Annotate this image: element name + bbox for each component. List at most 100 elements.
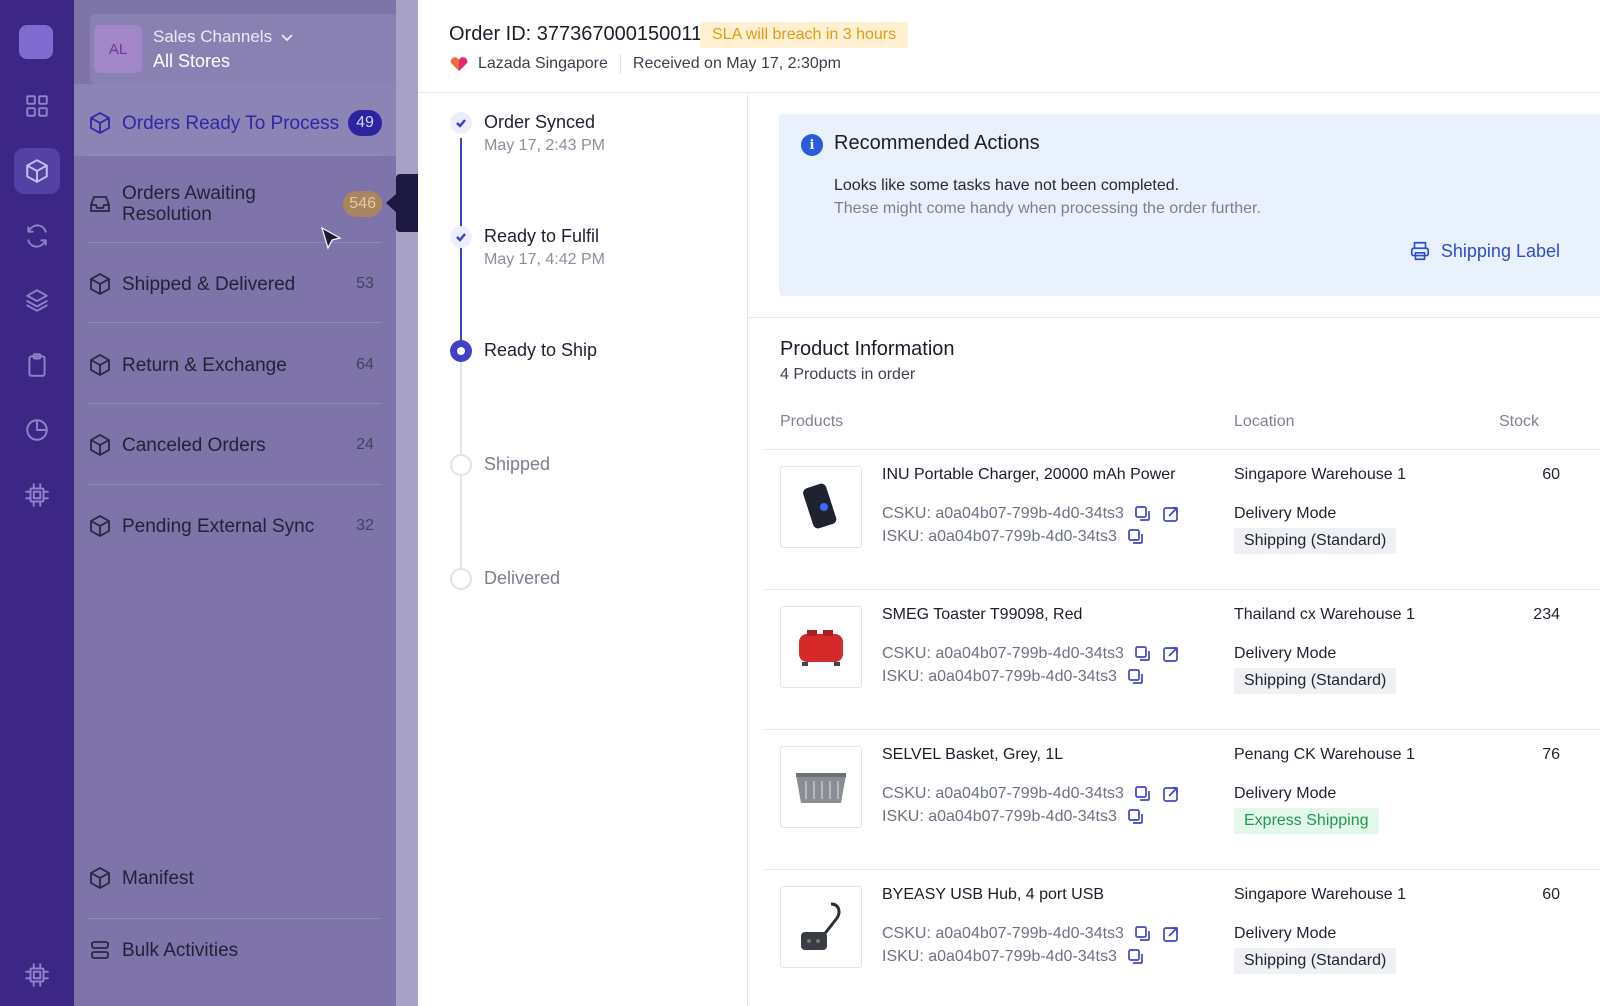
nav-label: Manifest — [122, 867, 194, 889]
step-label: Ready to Ship — [484, 340, 598, 360]
nav-orders-ready[interactable]: Orders Ready To Process 49 — [88, 110, 382, 136]
product-image — [780, 466, 862, 548]
table-row[interactable]: BYEASY USB Hub, 4 port USB CSKU: a0a04b0… — [764, 870, 1600, 1006]
mouse-cursor-icon — [321, 226, 342, 250]
chip-icon[interactable] — [14, 472, 60, 518]
box-icon — [88, 433, 112, 457]
stock-count: 234 — [1533, 606, 1560, 623]
box-icon — [88, 111, 112, 135]
nav-shipped-delivered[interactable]: Shipped & Delivered 53 — [88, 271, 382, 297]
nav-label: Pending External Sync — [122, 515, 315, 537]
product-name: SELVEL Basket, Grey, 1L — [882, 746, 1064, 763]
clipboard-icon[interactable] — [14, 342, 60, 388]
divider — [619, 54, 621, 74]
nav-label: Return & Exchange — [122, 354, 287, 376]
copy-icon[interactable] — [1134, 505, 1152, 523]
order-id: Order ID: 377367000150011 — [449, 23, 703, 45]
step-label: Shipped — [484, 454, 551, 474]
location: Penang CK Warehouse 1 — [1234, 746, 1415, 763]
app-logo[interactable] — [19, 25, 53, 59]
channel-name: Lazada Singapore — [478, 55, 608, 72]
open-link-icon[interactable] — [1162, 925, 1180, 943]
box-icon — [88, 353, 112, 377]
sync-icon[interactable] — [14, 213, 60, 259]
panel-title: Recommended Actions — [834, 132, 1040, 154]
copy-icon[interactable] — [1127, 668, 1145, 686]
shipping-label-text: Shipping Label — [1440, 240, 1560, 261]
csku: CSKU: a0a04b07-799b-4d0-34ts3 — [882, 505, 1180, 523]
panel-hint: These might come handy when processing t… — [834, 200, 1261, 217]
grid-icon[interactable] — [14, 83, 60, 129]
isku: ISKU: a0a04b07-799b-4d0-34ts3 — [882, 528, 1145, 546]
column-header-stock: Stock — [1499, 413, 1540, 430]
copy-icon[interactable] — [1134, 925, 1152, 943]
delivery-mode-label: Delivery Mode — [1234, 925, 1337, 942]
isku: ISKU: a0a04b07-799b-4d0-34ts3 — [882, 808, 1145, 826]
chip-icon[interactable] — [14, 952, 60, 998]
open-link-icon[interactable] — [1162, 645, 1180, 663]
count-badge: 24 — [356, 436, 374, 453]
layers-icon[interactable] — [14, 277, 60, 323]
received-date: Received on May 17, 2:30pm — [632, 55, 842, 72]
icon-rail — [0, 0, 74, 1006]
lazada-heart-icon — [450, 57, 468, 71]
csku: CSKU: a0a04b07-799b-4d0-34ts3 — [882, 925, 1180, 943]
product-name: INU Portable Charger, 20000 mAh Power — [882, 466, 1176, 483]
nav-bulk-activities[interactable]: Bulk Activities — [88, 938, 382, 962]
open-link-icon[interactable] — [1162, 785, 1180, 803]
isku-text: ISKU: a0a04b07-799b-4d0-34ts3 — [882, 948, 1117, 965]
timeline-step-current: Ready to Ship — [450, 340, 597, 362]
copy-icon[interactable] — [1127, 528, 1145, 546]
nav-return-exchange[interactable]: Return & Exchange 64 — [88, 352, 382, 378]
location: Singapore Warehouse 1 — [1234, 466, 1406, 483]
nav-orders-awaiting[interactable]: Orders Awaiting Resolution 546 — [88, 183, 382, 225]
table-row[interactable]: SELVEL Basket, Grey, 1L CSKU: a0a04b07-7… — [764, 730, 1600, 870]
tooltip-pointer — [386, 174, 418, 232]
open-link-icon[interactable] — [1162, 505, 1180, 523]
isku: ISKU: a0a04b07-799b-4d0-34ts3 — [882, 668, 1145, 686]
isku-text: ISKU: a0a04b07-799b-4d0-34ts3 — [882, 528, 1117, 545]
copy-icon[interactable] — [1134, 645, 1152, 663]
order-header: Order ID: 377367000150011 SLA will breac… — [418, 0, 1600, 93]
nav-label: Bulk Activities — [122, 939, 239, 961]
column-header-location: Location — [1234, 413, 1295, 430]
copy-icon[interactable] — [1134, 785, 1152, 803]
table-row[interactable]: SMEG Toaster T99098, Red CSKU: a0a04b07-… — [764, 590, 1600, 730]
pending-step-icon — [450, 454, 472, 476]
stock-count: 60 — [1542, 466, 1560, 483]
csku-text: CSKU: a0a04b07-799b-4d0-34ts3 — [882, 505, 1124, 522]
channel-label: Sales Channels — [153, 26, 273, 46]
nav-pending-sync[interactable]: Pending External Sync 32 — [88, 513, 382, 539]
nav-label: Orders Ready To Process — [122, 112, 340, 134]
chevron-down-icon — [281, 33, 293, 41]
store-switcher[interactable]: AL Sales Channels All Stores — [90, 14, 404, 84]
avatar: AL — [94, 25, 142, 73]
delivery-mode-badge: Express Shipping — [1234, 808, 1379, 834]
step-label: Ready to Fulfil — [484, 226, 600, 246]
copy-icon[interactable] — [1127, 808, 1145, 826]
product-name: BYEASY USB Hub, 4 port USB — [882, 886, 1105, 903]
divider — [88, 403, 382, 404]
box-icon — [88, 272, 112, 296]
stock-count: 60 — [1542, 886, 1560, 903]
pie-chart-icon[interactable] — [14, 407, 60, 453]
inbox-icon — [88, 192, 112, 216]
nav-canceled-orders[interactable]: Canceled Orders 24 — [88, 432, 382, 458]
copy-icon[interactable] — [1127, 948, 1145, 966]
nav-manifest[interactable]: Manifest — [88, 866, 382, 890]
csku: CSKU: a0a04b07-799b-4d0-34ts3 — [882, 645, 1180, 663]
box-icon[interactable] — [14, 148, 60, 194]
divider — [88, 155, 382, 156]
panel-message: Looks like some tasks have not been comp… — [834, 177, 1180, 194]
check-icon — [450, 226, 472, 248]
recommended-actions-panel: i Recommended Actions Looks like some ta… — [779, 114, 1600, 296]
table-row[interactable]: INU Portable Charger, 20000 mAh Power CS… — [764, 450, 1600, 590]
product-name: SMEG Toaster T99098, Red — [882, 606, 1083, 623]
store-name: All Stores — [153, 50, 231, 71]
product-image — [780, 886, 862, 968]
nav-label: Orders Awaiting Resolution — [122, 183, 256, 225]
stack-icon — [88, 938, 112, 962]
isku-text: ISKU: a0a04b07-799b-4d0-34ts3 — [882, 668, 1117, 685]
shipping-label-button[interactable]: Shipping Label — [1409, 240, 1560, 262]
location: Thailand cx Warehouse 1 — [1234, 606, 1415, 623]
